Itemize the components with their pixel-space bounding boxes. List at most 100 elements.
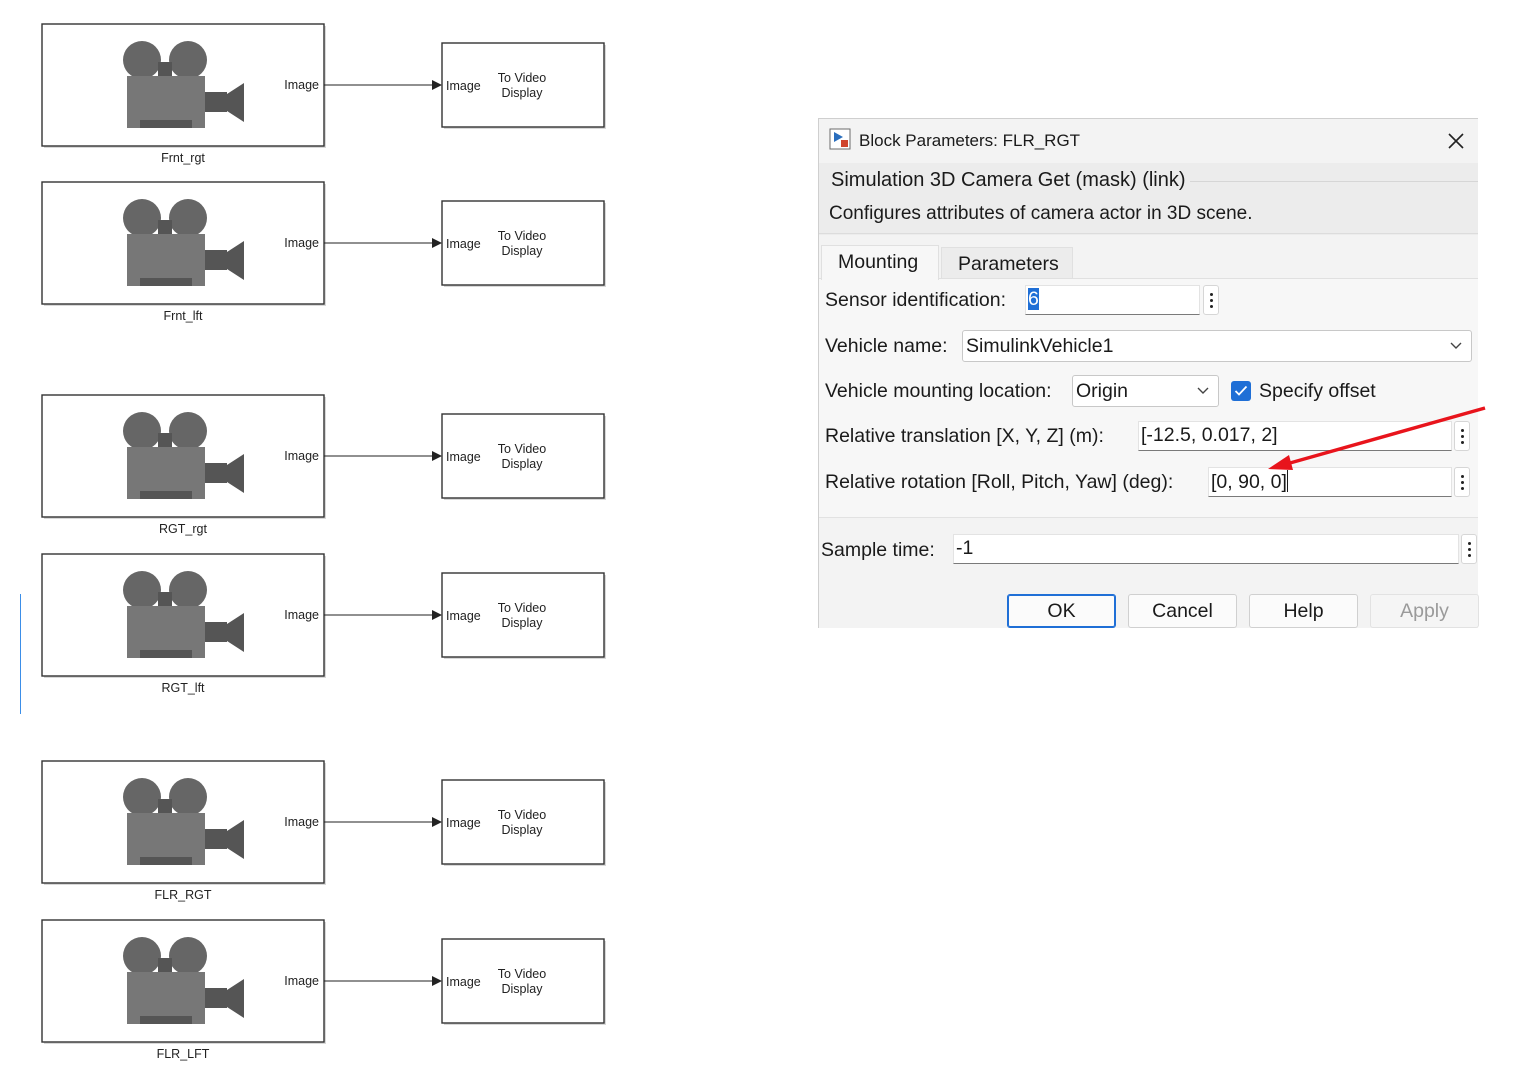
selected-text: 6 — [1028, 288, 1039, 310]
text-caret — [1286, 470, 1288, 492]
camera-block-row: Image Frnt_rgt Image To VideoDisplay — [41, 23, 606, 165]
dialog-titlebar[interactable]: Block Parameters: FLR_RGT — [819, 119, 1478, 163]
camera-get-block[interactable]: Image — [41, 553, 326, 678]
chevron-down-icon — [1450, 342, 1462, 349]
rotation-input[interactable]: [0, 90, 0] — [1208, 467, 1452, 497]
vehicle-name-dropdown[interactable]: SimulinkVehicle1 — [962, 330, 1472, 362]
mount-location-dropdown[interactable]: Origin — [1072, 375, 1219, 407]
tab-label: Parameters — [958, 253, 1059, 275]
dialog-title: Block Parameters: FLR_RGT — [859, 131, 1081, 150]
mounting-panel: Sensor identification: 6 Vehicle name: S… — [819, 278, 1478, 518]
output-port-label: Image — [284, 236, 319, 250]
tab-label: Mounting — [838, 251, 919, 273]
sample-time-more-button[interactable] — [1461, 534, 1477, 564]
sample-time-input[interactable]: -1 — [953, 534, 1459, 564]
close-icon — [1448, 133, 1464, 149]
display-label-line1: To Video — [498, 442, 546, 456]
output-port-label: Image — [284, 815, 319, 829]
camera-block-row: Image Frnt_lft Image To VideoDisplay — [41, 181, 606, 323]
simulink-block-icon — [829, 128, 851, 150]
translation-more-button[interactable] — [1454, 421, 1470, 451]
translation-input[interactable]: [-12.5, 0.017, 2] — [1138, 421, 1452, 451]
camera-get-block[interactable]: Image — [41, 394, 326, 519]
specify-offset-checkbox[interactable] — [1231, 381, 1251, 401]
block-name: Frnt_rgt — [161, 151, 205, 165]
camera-get-block[interactable]: Image — [41, 181, 326, 306]
apply-button[interactable]: Apply — [1370, 594, 1479, 628]
block-name: Frnt_lft — [164, 309, 203, 323]
input-port-label: Image — [446, 450, 481, 464]
camera-block-row: Image RGT_lft Image To VideoDisplay — [41, 553, 606, 695]
mount-location-label: Vehicle mounting location: — [825, 380, 1052, 402]
to-video-display-block[interactable]: Image To VideoDisplay — [441, 938, 606, 1025]
vehicle-name-value: SimulinkVehicle1 — [966, 335, 1114, 357]
camera-block-row: Image FLR_LFT Image To VideoDisplay — [41, 919, 606, 1061]
display-label-line1: To Video — [498, 601, 546, 615]
display-label-line2: Display — [502, 86, 544, 100]
to-video-display-block[interactable]: Image To VideoDisplay — [441, 779, 606, 866]
to-video-display-block[interactable]: Image To VideoDisplay — [441, 413, 606, 500]
camera-get-block[interactable]: Image — [41, 760, 326, 885]
input-port-label: Image — [446, 975, 481, 989]
output-port-label: Image — [284, 608, 319, 622]
rotation-label: Relative rotation [Roll, Pitch, Yaw] (de… — [825, 471, 1174, 493]
vehicle-name-label: Vehicle name: — [825, 335, 948, 357]
help-button[interactable]: Help — [1249, 594, 1358, 628]
ok-button[interactable]: OK — [1007, 594, 1116, 628]
mask-header: Simulation 3D Camera Get (mask) (link) C… — [819, 163, 1478, 235]
display-label-line1: To Video — [498, 71, 546, 85]
arrowhead-icon — [432, 238, 442, 248]
arrowhead-icon — [432, 80, 442, 90]
display-label-line2: Display — [502, 457, 544, 471]
camera-get-block[interactable]: Image — [41, 919, 326, 1044]
input-port-label: Image — [446, 816, 481, 830]
display-label-line1: To Video — [498, 808, 546, 822]
arrowhead-icon — [432, 817, 442, 827]
block-name: RGT_rgt — [159, 522, 207, 536]
divider — [819, 233, 1478, 234]
sample-time-label: Sample time: — [821, 539, 935, 561]
to-video-display-block[interactable]: Image To VideoDisplay — [441, 200, 606, 287]
display-label-line1: To Video — [498, 229, 546, 243]
chevron-down-icon — [1197, 387, 1209, 394]
translation-label: Relative translation [X, Y, Z] (m): — [825, 425, 1104, 447]
mask-title: Simulation 3D Camera Get (mask) (link) — [831, 169, 1190, 192]
tab-parameters[interactable]: Parameters — [941, 247, 1073, 279]
rotation-value: [0, 90, 0] — [1211, 471, 1287, 493]
block-name: FLR_RGT — [155, 888, 212, 902]
to-video-display-block[interactable]: Image To VideoDisplay — [441, 42, 606, 129]
display-label-line2: Display — [502, 823, 544, 837]
output-port-label: Image — [284, 449, 319, 463]
close-button[interactable] — [1440, 125, 1472, 157]
block-parameters-dialog: Block Parameters: FLR_RGT Simulation 3D … — [818, 118, 1479, 628]
cancel-button[interactable]: Cancel — [1128, 594, 1237, 628]
selection-indicator — [20, 594, 21, 714]
checkmark-icon — [1234, 385, 1248, 396]
input-port-label: Image — [446, 237, 481, 251]
camera-block-row: Image RGT_rgt Image To VideoDisplay — [41, 394, 606, 536]
mask-description: Configures attributes of camera actor in… — [829, 203, 1253, 224]
display-label-line1: To Video — [498, 967, 546, 981]
mount-location-value: Origin — [1076, 380, 1129, 402]
arrowhead-icon — [432, 451, 442, 461]
output-port-label: Image — [284, 974, 319, 988]
arrowhead-icon — [432, 976, 442, 986]
specify-offset-label: Specify offset — [1259, 380, 1376, 402]
to-video-display-block[interactable]: Image To VideoDisplay — [441, 572, 606, 659]
display-label-line2: Display — [502, 982, 544, 996]
rotation-more-button[interactable] — [1454, 467, 1470, 497]
tab-mounting[interactable]: Mounting — [821, 245, 939, 280]
output-port-label: Image — [284, 78, 319, 92]
block-name: FLR_LFT — [157, 1047, 210, 1061]
block-name: RGT_lft — [161, 681, 205, 695]
sensor-id-input[interactable]: 6 — [1025, 285, 1200, 315]
display-label-line2: Display — [502, 616, 544, 630]
simulink-canvas: ImageFrnt_rgtImageTo VideoDisplayImageFr… — [41, 23, 606, 1061]
sensor-id-label: Sensor identification: — [825, 289, 1007, 311]
arrowhead-icon — [432, 610, 442, 620]
camera-block-row: Image FLR_RGT Image To VideoDisplay — [41, 760, 606, 902]
input-port-label: Image — [446, 79, 481, 93]
sensor-id-more-button[interactable] — [1203, 285, 1219, 315]
camera-get-block[interactable]: Image — [41, 23, 326, 148]
input-port-label: Image — [446, 609, 481, 623]
